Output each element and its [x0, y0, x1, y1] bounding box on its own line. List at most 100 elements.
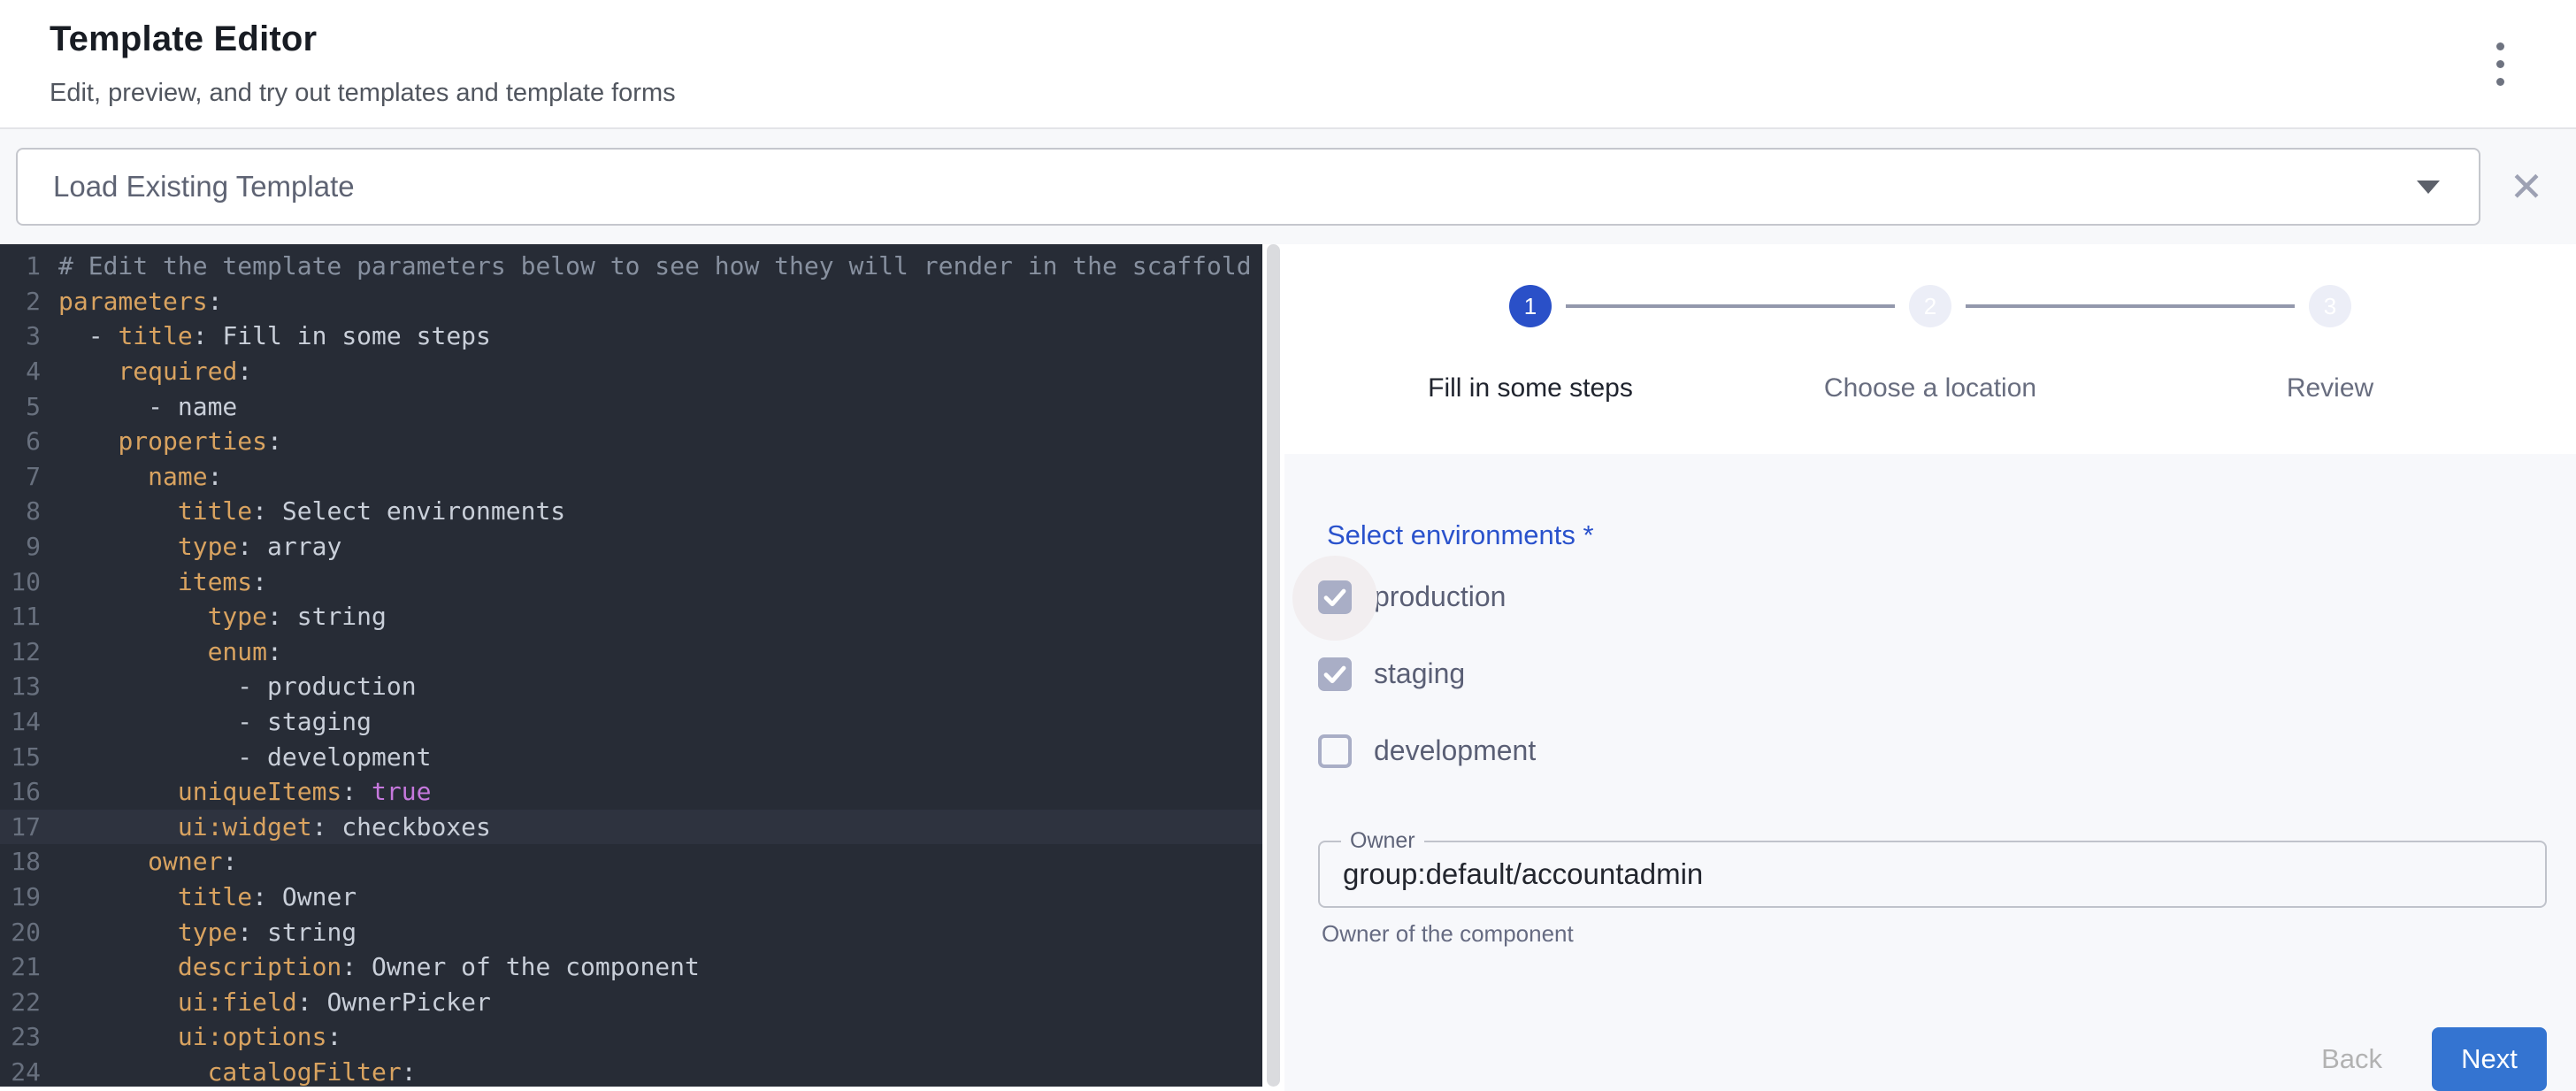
line-number: 7: [0, 462, 58, 491]
line-number: 1: [0, 251, 58, 280]
form-preview-panel: 123 Fill in some stepsChoose a locationR…: [1284, 244, 2576, 1087]
line-number: 15: [0, 742, 58, 772]
code-line-10: 10 items:: [0, 564, 1262, 599]
line-number: 19: [0, 882, 58, 911]
code-line-22: 22 ui:field: OwnerPicker: [0, 984, 1262, 1019]
stepper-labels: Fill in some stepsChoose a locationRevie…: [1330, 373, 2530, 403]
template-editor-app: Template Editor Edit, preview, and try o…: [0, 0, 2576, 1087]
owner-helper-text: Owner of the component: [1322, 920, 2547, 948]
step-label-1: Fill in some steps: [1330, 373, 1730, 403]
load-template-select[interactable]: Load Existing Template: [16, 148, 2480, 226]
step-connector: [1966, 304, 2295, 308]
line-number: 23: [0, 1022, 58, 1051]
next-button[interactable]: Next: [2432, 1027, 2547, 1091]
code-text: type: array: [58, 532, 1262, 561]
code-text: parameters:: [58, 287, 1262, 316]
checkbox-staging[interactable]: [1318, 657, 1352, 691]
line-number: 24: [0, 1057, 58, 1087]
step-label-2: Choose a location: [1730, 373, 2130, 403]
code-line-16: 16 uniqueItems: true: [0, 774, 1262, 810]
code-line-8: 8 title: Select environments: [0, 494, 1262, 529]
code-text: ui:options:: [58, 1022, 1262, 1051]
line-number: 16: [0, 777, 58, 806]
code-line-4: 4 required:: [0, 354, 1262, 389]
code-text: - name: [58, 392, 1262, 421]
checkbox-production[interactable]: [1318, 580, 1352, 614]
page-subtitle: Edit, preview, and try out templates and…: [50, 79, 2526, 108]
code-line-17: 17 ui:widget: checkboxes: [0, 810, 1262, 845]
code-text: items:: [58, 567, 1262, 596]
checkbox-row-staging[interactable]: staging: [1318, 635, 2547, 712]
checkbox-label: production: [1374, 580, 1506, 613]
yaml-code-editor[interactable]: 1# Edit the template parameters below to…: [0, 244, 1262, 1087]
step-connector: [1566, 304, 1895, 308]
code-text: description: Owner of the component: [58, 952, 1262, 981]
code-line-5: 5 - name: [0, 388, 1262, 424]
required-asterisk: *: [1576, 519, 1594, 550]
form-card: Select environments * productionstagingd…: [1284, 454, 2576, 1091]
owner-input[interactable]: [1320, 857, 2545, 891]
line-number: 4: [0, 357, 58, 386]
code-text: type: string: [58, 918, 1262, 947]
code-line-15: 15 - development: [0, 739, 1262, 774]
owner-field-label: Owner: [1341, 828, 1424, 854]
code-text: name:: [58, 462, 1262, 491]
kebab-menu-icon[interactable]: [2475, 39, 2525, 88]
main-split: 1# Edit the template parameters below to…: [0, 244, 2576, 1087]
line-number: 17: [0, 812, 58, 841]
line-number: 12: [0, 637, 58, 666]
code-text: type: string: [58, 602, 1262, 631]
line-number: 22: [0, 987, 58, 1017]
line-number: 8: [0, 496, 58, 526]
line-number: 21: [0, 952, 58, 981]
line-number: 10: [0, 567, 58, 596]
code-text: properties:: [58, 426, 1262, 456]
template-selector-bar: Load Existing Template ✕: [0, 129, 2576, 244]
back-button[interactable]: Back: [2296, 1027, 2407, 1091]
code-lines: 1# Edit the template parameters below to…: [0, 249, 1262, 1087]
code-text: ui:widget: checkboxes: [58, 812, 1262, 841]
line-number: 3: [0, 321, 58, 350]
line-number: 5: [0, 392, 58, 421]
code-text: - production: [58, 672, 1262, 701]
line-number: 2: [0, 287, 58, 316]
step-circle-3: 3: [2309, 285, 2351, 327]
line-number: 13: [0, 672, 58, 701]
stepper-circles: 123: [1330, 285, 2530, 327]
close-icon[interactable]: ✕: [2493, 153, 2560, 220]
code-line-24: 24 catalogFilter:: [0, 1055, 1262, 1087]
code-text: - title: Fill in some steps: [58, 321, 1262, 350]
code-text: title: Select environments: [58, 496, 1262, 526]
panel-resizer-handle[interactable]: [1262, 244, 1284, 1087]
code-line-11: 11 type: string: [0, 599, 1262, 634]
code-text: - development: [58, 742, 1262, 772]
code-text: required:: [58, 357, 1262, 386]
step-circle-2: 2: [1909, 285, 1951, 327]
line-number: 14: [0, 707, 58, 736]
stepper: 123 Fill in some stepsChoose a locationR…: [1284, 244, 2576, 403]
line-number: 6: [0, 426, 58, 456]
code-line-23: 23 ui:options:: [0, 1019, 1262, 1055]
checkbox-label: development: [1374, 734, 1536, 767]
code-line-7: 7 name:: [0, 459, 1262, 495]
code-text: title: Owner: [58, 882, 1262, 911]
code-line-6: 6 properties:: [0, 424, 1262, 459]
owner-field[interactable]: Owner: [1318, 841, 2547, 908]
code-line-12: 12 enum:: [0, 634, 1262, 670]
code-line-14: 14 - staging: [0, 704, 1262, 740]
line-number: 20: [0, 918, 58, 947]
check-icon: [1321, 583, 1349, 611]
code-text: enum:: [58, 637, 1262, 666]
checkbox-label: staging: [1374, 657, 1465, 690]
code-line-18: 18 owner:: [0, 844, 1262, 880]
code-line-1: 1# Edit the template parameters below to…: [0, 249, 1262, 284]
code-line-20: 20 type: string: [0, 914, 1262, 949]
environment-options: production staging development: [1318, 558, 2547, 789]
checkbox-development[interactable]: [1318, 734, 1352, 768]
code-line-13: 13 - production: [0, 669, 1262, 704]
caret-down-icon[interactable]: [2417, 181, 2440, 194]
checkbox-row-production[interactable]: production: [1318, 558, 2547, 635]
checkbox-row-development[interactable]: development: [1318, 712, 2547, 789]
code-text: uniqueItems: true: [58, 777, 1262, 806]
page-title: Template Editor: [50, 14, 2526, 59]
